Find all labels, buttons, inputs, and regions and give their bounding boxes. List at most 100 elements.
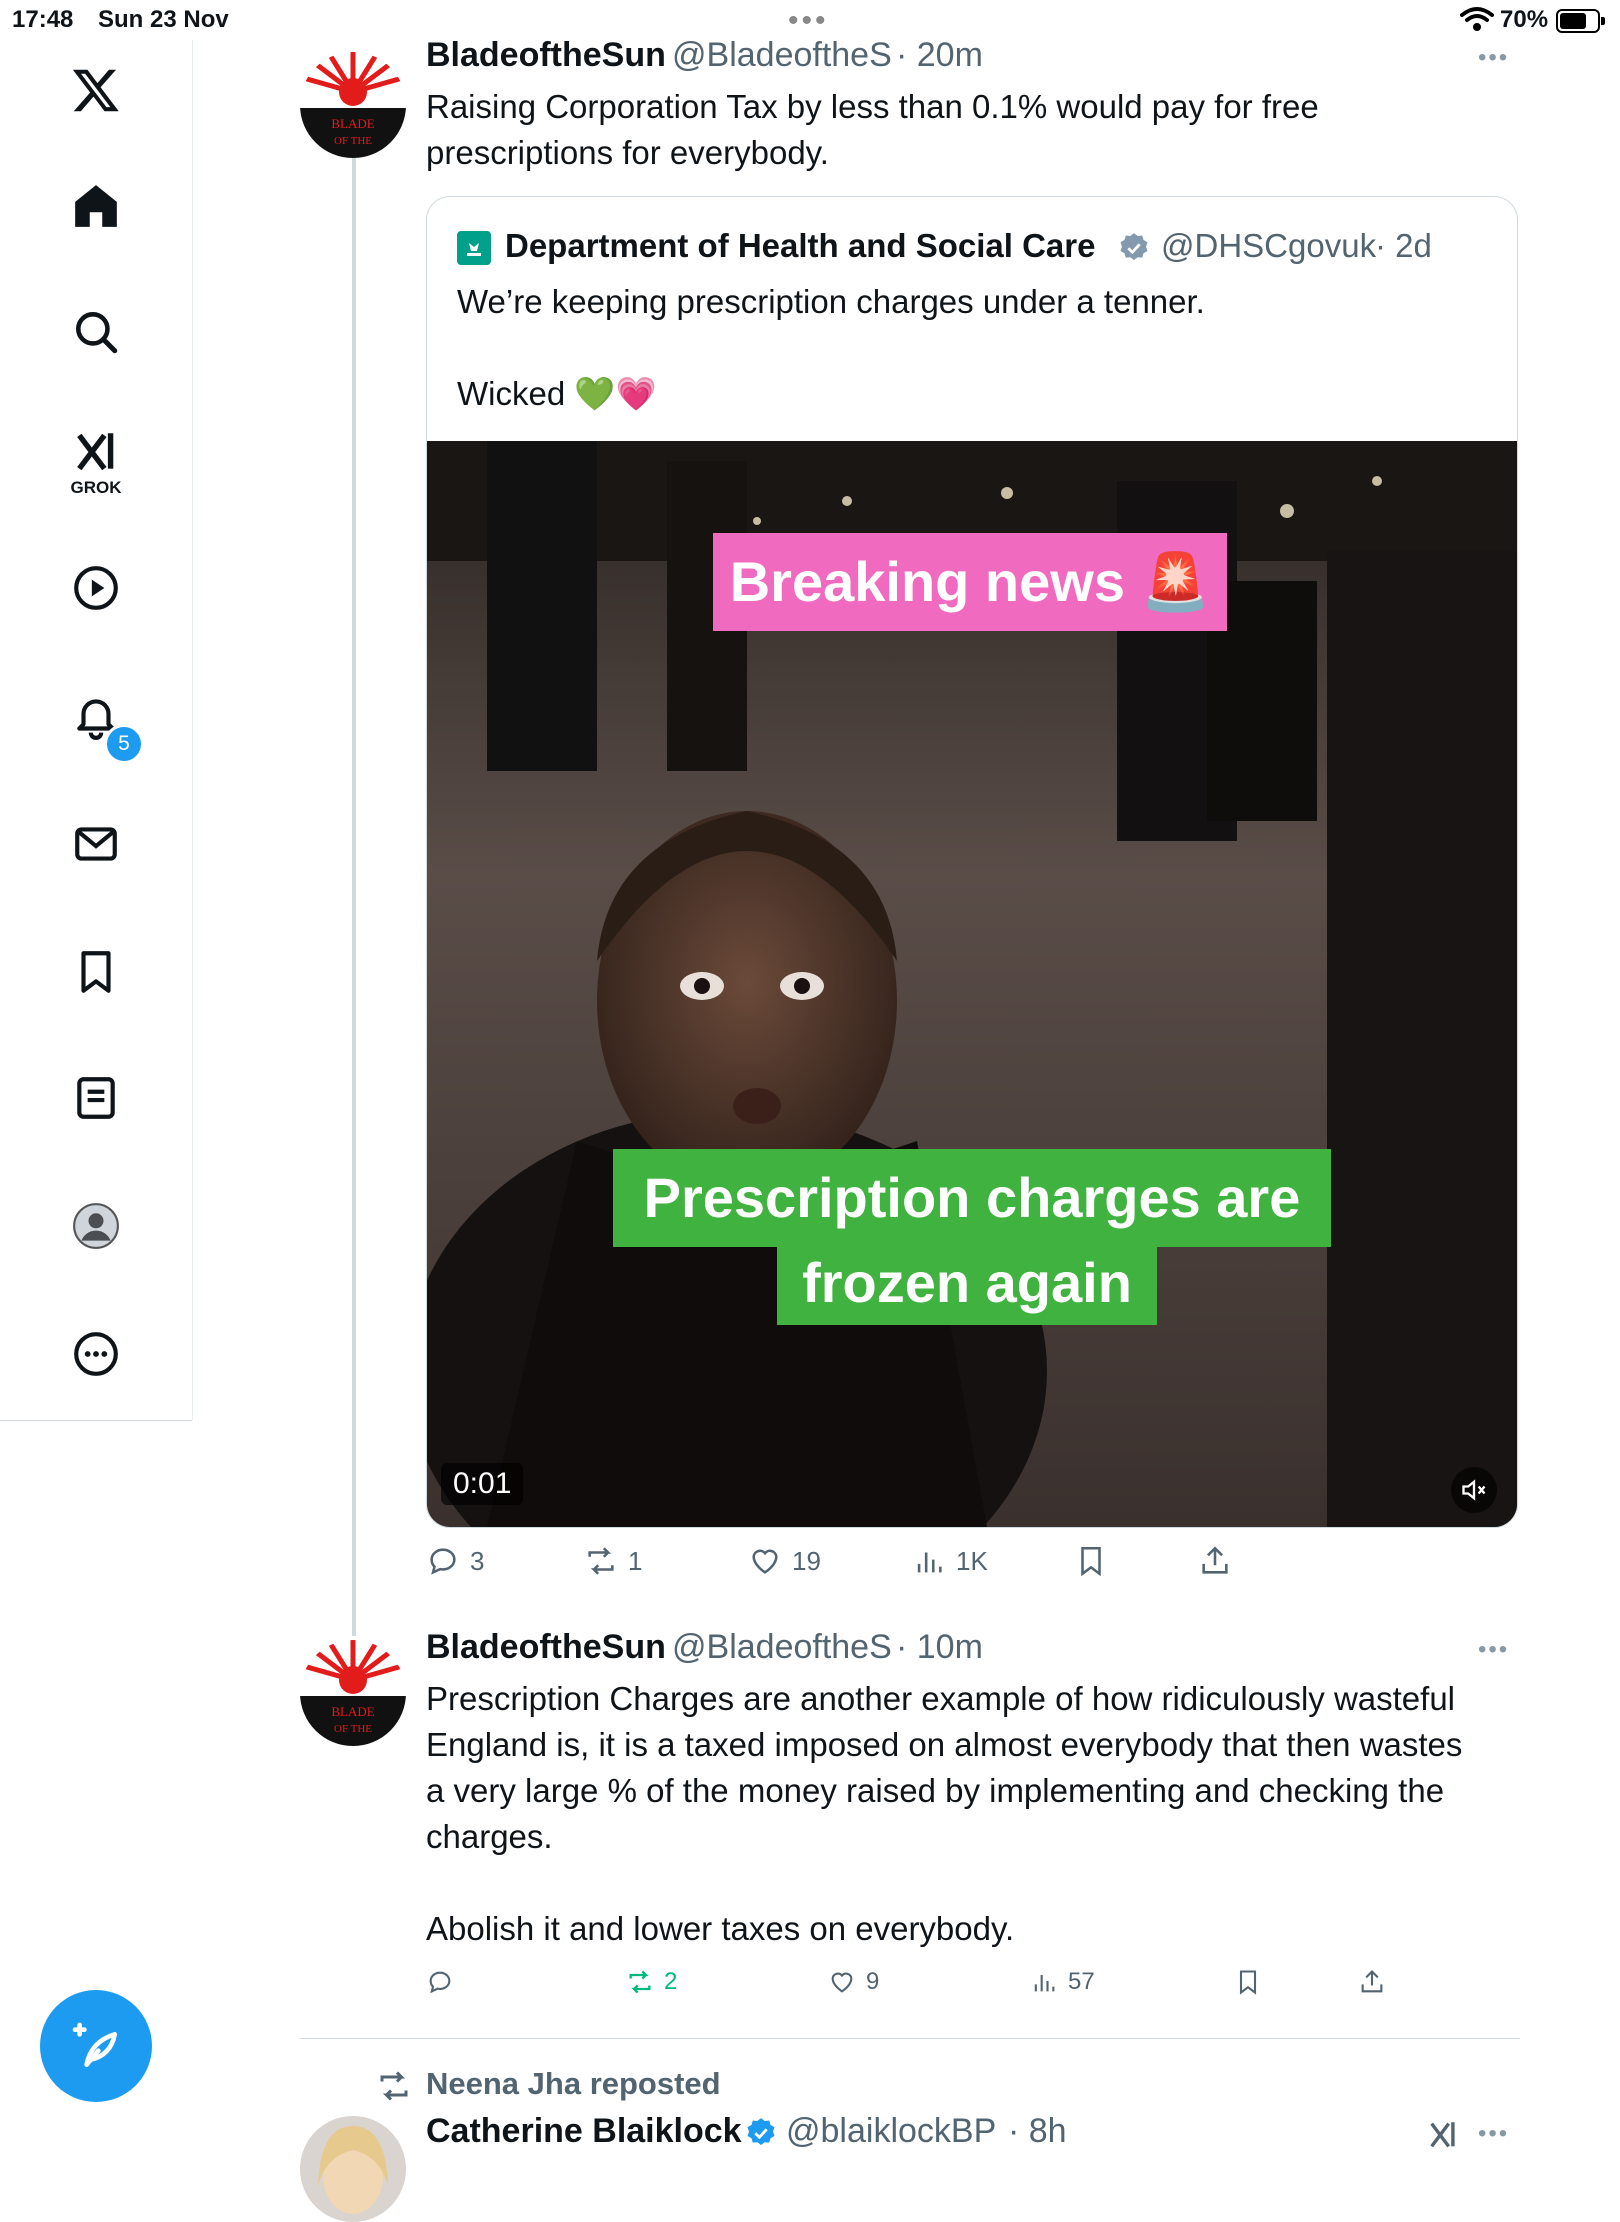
compose-feather-icon [72, 2022, 117, 2067]
video-player[interactable]: Breaking news 🚨 Prescription charges are… [427, 441, 1517, 1527]
views-count: 1K [956, 1545, 988, 1576]
post-time[interactable]: · 8h [1008, 2112, 1067, 2151]
repost-count: 2 [664, 1968, 678, 1995]
post-text-line: Abolish it and lower taxes on everybody. [426, 1910, 1015, 1947]
author-name[interactable]: BladeoftheSun [426, 1628, 666, 1667]
share-icon [1202, 1546, 1228, 1574]
profile-avatar-icon[interactable] [60, 1190, 132, 1262]
reply-icon [429, 1971, 451, 1994]
post-time[interactable]: · 20m [896, 36, 983, 75]
share-icon [1361, 1970, 1383, 1993]
thread-connector-line [352, 158, 356, 1636]
reply-button[interactable]: 3 [426, 1544, 484, 1578]
quoted-author-handle[interactable]: @DHSCgovuk [1161, 227, 1376, 265]
heart-icon [752, 1549, 778, 1574]
repost-button[interactable]: 2 [626, 1968, 677, 1996]
repost-button[interactable]: 1 [584, 1544, 642, 1578]
share-button[interactable] [1198, 1544, 1232, 1578]
repost-indicator-icon [380, 2071, 408, 2101]
bookmarks-icon[interactable] [60, 936, 132, 1008]
views-chart-icon [917, 1552, 942, 1573]
author-handle[interactable]: @BladeoftheS [672, 36, 892, 75]
bookmark-button[interactable] [1234, 1968, 1262, 1996]
like-button[interactable]: 9 [828, 1968, 879, 1996]
reply-count: 3 [470, 1545, 485, 1576]
like-count: 9 [866, 1968, 880, 1995]
video-caption-line: frozen again [777, 1241, 1157, 1325]
views-button[interactable]: 57 [1030, 1968, 1095, 1996]
reply-button[interactable] [426, 1968, 464, 1996]
bookmark-button[interactable] [1074, 1544, 1108, 1578]
quoted-text-line: We’re keeping prescription charges under… [457, 283, 1205, 320]
search-icon[interactable] [60, 296, 132, 368]
verified-badge-icon [1120, 233, 1148, 261]
views-button[interactable]: 1K [912, 1544, 988, 1578]
post-text-line: charges. [426, 1818, 553, 1855]
lists-icon[interactable] [60, 1062, 132, 1134]
avatar[interactable]: BLADE OF THE [300, 52, 406, 158]
post-divider [300, 2038, 1520, 2039]
views-chart-icon [1034, 1975, 1055, 1992]
more-options-icon[interactable] [60, 1318, 132, 1390]
quoted-post-time[interactable]: · 2d [1375, 227, 1432, 265]
heart-icon [831, 1972, 853, 1993]
like-count: 19 [792, 1545, 821, 1576]
x-logo-icon[interactable] [60, 54, 132, 126]
avatar[interactable] [300, 2116, 406, 2222]
quoted-text-line: Wicked 💚💗 [457, 375, 657, 412]
post-more-icon[interactable]: ••• [1478, 44, 1509, 72]
dhsc-logo-icon [457, 231, 491, 265]
sidebar-nav: GROK 5 [0, 40, 193, 1421]
grok-label[interactable]: GROK [0, 478, 192, 498]
repost-icon [629, 1970, 651, 1994]
author-name[interactable]: BladeoftheSun [426, 36, 666, 75]
status-date: Sun 23 Nov [98, 6, 229, 33]
author-name[interactable]: Catherine Blaiklock [426, 2112, 742, 2151]
video-caption-top: Breaking news 🚨 [713, 533, 1227, 631]
battery-icon [1556, 9, 1605, 33]
repost-count: 1 [628, 1545, 643, 1576]
quoted-author-name[interactable]: Department of Health and Social Care [505, 227, 1095, 265]
author-handle[interactable]: @BladeoftheS [672, 1628, 892, 1667]
svg-text:OF THE: OF THE [334, 135, 372, 147]
views-count: 57 [1068, 1968, 1095, 1995]
like-button[interactable]: 19 [748, 1544, 821, 1578]
mute-button[interactable] [1451, 1467, 1497, 1513]
status-bar: 17:48 Sun 23 Nov ••• 70% [0, 0, 1620, 40]
repost-attribution[interactable]: Neena Jha reposted [426, 2066, 721, 2102]
share-button[interactable] [1358, 1968, 1386, 1996]
video-caption-line: Prescription charges are [613, 1149, 1331, 1247]
post-text-line: a very large % of the money raised by im… [426, 1772, 1445, 1809]
post-time[interactable]: · 10m [896, 1628, 983, 1667]
post-text-line: Raising Corporation Tax by less than 0.1… [426, 88, 1319, 125]
wifi-icon [1460, 7, 1494, 31]
post-text-line: prescriptions for everybody. [426, 134, 829, 171]
sidebar-divider [0, 1420, 192, 1421]
video-play-icon[interactable] [60, 552, 132, 624]
quoted-post[interactable]: Department of Health and Social Care @DH… [426, 196, 1518, 1528]
home-icon[interactable] [60, 170, 132, 242]
grok-explain-icon[interactable] [1426, 2118, 1460, 2152]
notification-count-badge: 5 [104, 724, 144, 764]
messages-envelope-icon[interactable] [60, 808, 132, 880]
compose-post-button[interactable] [40, 1990, 152, 2102]
multitasking-dots[interactable]: ••• [788, 4, 829, 38]
video-timestamp: 0:01 [441, 1463, 524, 1505]
grok-icon[interactable] [60, 420, 132, 484]
repost-icon [588, 1547, 614, 1575]
post-more-icon[interactable]: ••• [1478, 2120, 1509, 2148]
author-handle[interactable]: @blaiklockBP [786, 2112, 996, 2151]
svg-text:BLADE: BLADE [331, 116, 374, 131]
bookmark-icon [1081, 1546, 1101, 1577]
battery-percent: 70% [1500, 6, 1549, 33]
avatar[interactable]: BLADE OF THE [300, 1640, 406, 1746]
svg-text:BLADE: BLADE [331, 1704, 374, 1719]
reply-icon [430, 1548, 456, 1575]
status-time: 17:48 [12, 6, 74, 33]
muted-speaker-icon [1462, 1479, 1486, 1501]
post-text-line: England is, it is a taxed imposed on alm… [426, 1726, 1463, 1763]
post-more-icon[interactable]: ••• [1478, 1636, 1509, 1664]
verified-badge-icon [747, 2118, 775, 2146]
post-text-line: Prescription Charges are another example… [426, 1680, 1456, 1717]
svg-text:OF THE: OF THE [334, 1723, 372, 1735]
